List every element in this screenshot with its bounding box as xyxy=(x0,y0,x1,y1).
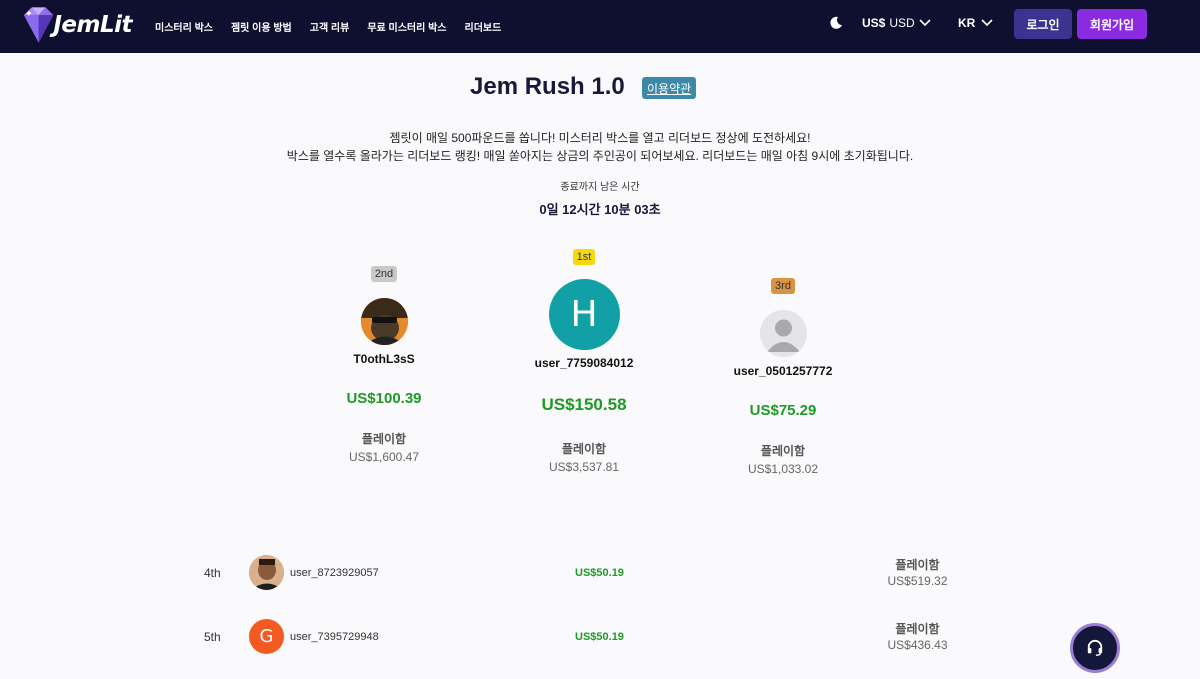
countdown-timer: 0일 12시간 10분 03초 xyxy=(539,202,661,217)
row-username: user_7395729948 xyxy=(290,631,379,643)
row-username: user_8723929057 xyxy=(290,567,379,579)
played-label: 플레이함 xyxy=(895,558,940,572)
podium-prize: US$100.39 xyxy=(346,390,422,407)
event-description: 젬릿이 매일 500파운드를 쏩니다! 미스터리 박스를 열고 리더보드 정상에… xyxy=(0,129,1200,165)
podium-first: 1st H user_7759084012 US$150.58 플레이함 US$… xyxy=(484,247,684,474)
terms-link[interactable]: 이용약관 xyxy=(642,77,697,99)
podium-username: user_0501257772 xyxy=(733,364,833,378)
default-user-icon xyxy=(759,310,807,357)
currency-code: USD xyxy=(889,16,915,30)
played-value: US$519.32 xyxy=(887,574,948,588)
moon-icon[interactable] xyxy=(829,16,843,30)
currency-selector[interactable]: US$ USD xyxy=(862,16,931,30)
currency-symbol: US$ xyxy=(862,16,886,30)
avatar xyxy=(249,555,284,590)
headset-icon xyxy=(1087,639,1103,656)
played-label: 플레이함 xyxy=(760,444,806,458)
avatar xyxy=(759,310,807,357)
countdown-label: 종료까지 남은 시간 xyxy=(560,182,640,193)
avatar: H xyxy=(548,279,620,350)
login-button[interactable]: 로그인 xyxy=(1014,9,1072,39)
description-line-1: 젬릿이 매일 500파운드를 쏩니다! 미스터리 박스를 열고 리더보드 정상에… xyxy=(389,131,811,145)
language-code: KR xyxy=(958,16,976,30)
played-value: US$1,600.47 xyxy=(348,450,420,464)
chevron-down-icon xyxy=(981,19,993,27)
podium-second: 2nd T0othL3sS US$100.39 플레이함 US$1,600.47 xyxy=(284,264,484,464)
nav-free-boxes[interactable]: 무료 미스터리 박스 xyxy=(367,19,446,34)
podium-username: user_7759084012 xyxy=(534,356,634,370)
played-label: 플레이함 xyxy=(895,622,940,636)
played-value: US$1,033.02 xyxy=(747,462,819,476)
avatar: G xyxy=(249,619,284,654)
support-chat-button[interactable] xyxy=(1070,623,1120,673)
nav-reviews[interactable]: 고객 리뷰 xyxy=(310,19,350,34)
page-title: Jem Rush 1.0 xyxy=(470,73,625,100)
top-navbar: JemLit 미스터리 박스 젬릿 이용 방법 고객 리뷰 무료 미스터리 박스… xyxy=(0,0,1200,53)
leaderboard-row: 5th G user_7395729948 US$50.19 플레이함 US$4… xyxy=(0,612,1200,662)
row-prize: US$50.19 xyxy=(575,567,624,579)
chevron-down-icon xyxy=(919,19,931,27)
podium-prize: US$150.58 xyxy=(541,395,627,414)
leaderboard-row: 4th user_8723929057 US$50.19 플레이함 US$519… xyxy=(0,548,1200,598)
podium-third: 3rd user_0501257772 US$75.29 플레이함 US$1,0… xyxy=(683,276,883,476)
logo-text: JemLit xyxy=(53,12,132,38)
avatar xyxy=(360,298,408,345)
rank-badge-1st: 1st xyxy=(572,249,596,265)
nav-how-it-works[interactable]: 젬릿 이용 방법 xyxy=(231,19,292,34)
row-prize: US$50.19 xyxy=(575,631,624,643)
played-value: US$3,537.81 xyxy=(548,460,620,474)
user-photo-icon xyxy=(360,298,408,345)
row-rank: 4th xyxy=(204,566,221,580)
rank-badge-2nd: 2nd xyxy=(370,266,398,282)
jemlit-logo[interactable]: JemLit xyxy=(20,4,132,46)
played-value: US$436.43 xyxy=(887,638,948,652)
podium-prize: US$75.29 xyxy=(749,402,817,419)
podium-username: T0othL3sS xyxy=(353,352,415,366)
signup-button[interactable]: 회원가입 xyxy=(1077,9,1147,39)
played-label: 플레이함 xyxy=(361,432,407,446)
language-selector[interactable]: KR xyxy=(958,16,993,30)
row-rank: 5th xyxy=(204,630,221,644)
diamond-logo-icon xyxy=(23,7,54,43)
nav-mystery-boxes[interactable]: 미스터리 박스 xyxy=(155,19,213,34)
played-label: 플레이함 xyxy=(561,442,607,456)
rank-badge-3rd: 3rd xyxy=(771,278,795,294)
nav-leaderboard[interactable]: 리더보드 xyxy=(465,19,502,34)
description-line-2: 박스를 열수록 올라가는 리더보드 랭킹! 매일 쏟아지는 상금의 주인공이 되… xyxy=(286,149,914,163)
main-nav: 미스터리 박스 젬릿 이용 방법 고객 리뷰 무료 미스터리 박스 리더보드 xyxy=(155,0,501,53)
user-photo-icon xyxy=(249,555,284,590)
